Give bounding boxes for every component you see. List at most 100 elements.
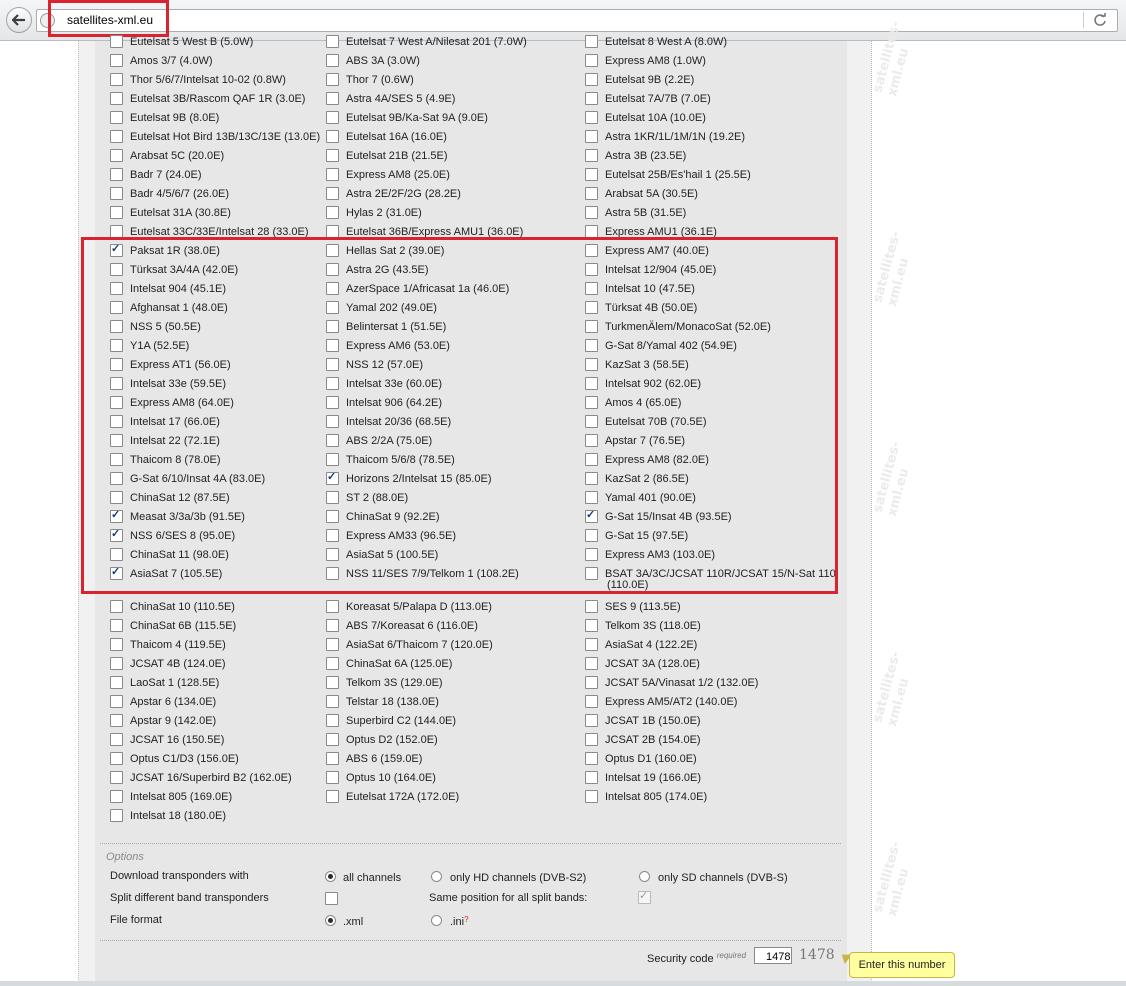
satellite-checkbox[interactable] xyxy=(110,396,123,409)
satellite-checkbox[interactable] xyxy=(110,809,123,822)
satellite-option[interactable]: Yamal 202 (49.0E) xyxy=(326,299,437,316)
satellite-checkbox[interactable] xyxy=(326,168,339,181)
satellite-checkbox[interactable] xyxy=(110,339,123,352)
satellite-option[interactable]: AsiaSat 7 (105.5E) xyxy=(110,565,222,582)
satellite-checkbox[interactable] xyxy=(110,206,123,219)
satellite-checkbox[interactable] xyxy=(585,472,598,485)
satellite-option[interactable]: KazSat 2 (86.5E) xyxy=(585,470,689,487)
satellite-option[interactable]: Badr 4/5/6/7 (26.0E) xyxy=(110,185,229,202)
satellite-checkbox[interactable] xyxy=(110,548,123,561)
satellite-option[interactable]: G-Sat 6/10/Insat 4A (83.0E) xyxy=(110,470,265,487)
satellite-checkbox[interactable] xyxy=(585,320,598,333)
satellite-checkbox[interactable] xyxy=(585,263,598,276)
satellite-option[interactable]: Intelsat 33e (59.5E) xyxy=(110,375,226,392)
satellite-checkbox[interactable] xyxy=(585,130,598,143)
satellite-checkbox[interactable] xyxy=(585,714,598,727)
satellite-checkbox[interactable] xyxy=(326,130,339,143)
satellite-checkbox[interactable] xyxy=(326,339,339,352)
satellite-option[interactable]: Astra 1KR/1L/1M/1N (19.2E) xyxy=(585,128,745,145)
satellite-checkbox[interactable] xyxy=(110,35,123,48)
satellite-option[interactable]: Apstar 9 (142.0E) xyxy=(110,712,216,729)
satellite-checkbox[interactable] xyxy=(326,470,339,485)
satellite-checkbox[interactable] xyxy=(585,600,598,613)
ini-help-link[interactable]: ? xyxy=(464,915,468,924)
satellite-checkbox[interactable] xyxy=(585,638,598,651)
satellite-option[interactable]: NSS 11/SES 7/9/Telkom 1 (108.2E) xyxy=(326,565,519,582)
satellite-checkbox[interactable] xyxy=(110,263,123,276)
satellite-checkbox[interactable] xyxy=(585,92,598,105)
radio-format-ini[interactable] xyxy=(431,915,442,926)
satellite-option[interactable]: JCSAT 16/Superbird B2 (162.0E) xyxy=(110,769,292,786)
satellite-option[interactable]: ST 2 (88.0E) xyxy=(326,489,408,506)
satellite-checkbox[interactable] xyxy=(585,111,598,124)
satellite-checkbox[interactable] xyxy=(585,415,598,428)
satellite-checkbox[interactable] xyxy=(110,225,123,238)
satellite-option[interactable]: Koreasat 5/Palapa D (113.0E) xyxy=(326,598,492,615)
satellite-checkbox[interactable] xyxy=(110,600,123,613)
satellite-option[interactable]: Express AM3 (103.0E) xyxy=(585,546,715,563)
satellite-option[interactable]: Express AM33 (96.5E) xyxy=(326,527,456,544)
satellite-option[interactable]: JCSAT 4B (124.0E) xyxy=(110,655,226,672)
satellite-option[interactable]: SES 9 (113.5E) xyxy=(585,598,681,615)
satellite-checkbox[interactable] xyxy=(326,73,339,86)
satellite-checkbox[interactable] xyxy=(326,149,339,162)
satellite-option[interactable]: Telkom 3S (118.0E) xyxy=(585,617,701,634)
satellite-checkbox[interactable] xyxy=(585,676,598,689)
satellite-option[interactable]: Thaicom 4 (119.5E) xyxy=(110,636,226,653)
satellite-option[interactable]: KazSat 3 (58.5E) xyxy=(585,356,689,373)
security-code-input[interactable] xyxy=(754,947,792,964)
satellite-option[interactable]: JCSAT 5A/Vinasat 1/2 (132.0E) xyxy=(585,674,758,691)
satellite-option[interactable]: Afghansat 1 (48.0E) xyxy=(110,299,228,316)
satellite-option[interactable]: TurkmenÄlem/MonacoSat (52.0E) xyxy=(585,318,771,335)
satellite-checkbox[interactable] xyxy=(326,244,339,257)
satellite-checkbox[interactable] xyxy=(585,491,598,504)
satellite-option[interactable]: Intelsat 902 (62.0E) xyxy=(585,375,701,392)
satellite-checkbox[interactable] xyxy=(110,619,123,632)
satellite-checkbox[interactable] xyxy=(585,453,598,466)
satellite-option[interactable]: Hellas Sat 2 (39.0E) xyxy=(326,242,444,259)
satellite-option[interactable]: Thor 5/6/7/Intelsat 10-02 (0.8W) xyxy=(110,71,286,88)
satellite-checkbox[interactable] xyxy=(585,434,598,447)
radio-format-xml[interactable] xyxy=(325,915,336,926)
satellite-option[interactable]: Eutelsat 9B/Ka-Sat 9A (9.0E) xyxy=(326,109,488,126)
satellite-checkbox[interactable] xyxy=(326,491,339,504)
satellite-option[interactable]: Eutelsat 10A (10.0E) xyxy=(585,109,706,126)
satellite-option[interactable]: Telstar 18 (138.0E) xyxy=(326,693,439,710)
satellite-option[interactable]: Amos 3/7 (4.0W) xyxy=(110,52,213,69)
satellite-checkbox[interactable] xyxy=(110,301,123,314)
satellite-option[interactable]: Eutelsat 21B (21.5E) xyxy=(326,147,448,164)
satellite-checkbox[interactable] xyxy=(585,168,598,181)
split-checkbox[interactable] xyxy=(325,892,338,905)
satellite-checkbox[interactable] xyxy=(326,358,339,371)
satellite-option[interactable]: Eutelsat 8 West A (8.0W) xyxy=(585,33,727,50)
satellite-checkbox[interactable] xyxy=(585,619,598,632)
satellite-option[interactable]: ChinaSat 6B (115.5E) xyxy=(110,617,236,634)
satellite-option[interactable]: Belintersat 1 (51.5E) xyxy=(326,318,446,335)
radio-hd-channels[interactable] xyxy=(431,871,442,882)
satellite-checkbox[interactable] xyxy=(110,657,123,670)
satellite-option[interactable]: G-Sat 15/Insat 4B (93.5E) xyxy=(585,508,732,525)
satellite-option[interactable]: Express AM5/AT2 (140.0E) xyxy=(585,693,737,710)
satellite-checkbox[interactable] xyxy=(585,73,598,86)
url-text[interactable]: satellites-xml.eu xyxy=(67,13,153,27)
satellite-option[interactable]: Horizons 2/Intelsat 15 (85.0E) xyxy=(326,470,492,487)
satellite-option[interactable]: Eutelsat 7A/7B (7.0E) xyxy=(585,90,711,107)
satellite-checkbox[interactable] xyxy=(326,111,339,124)
satellite-checkbox[interactable] xyxy=(110,491,123,504)
satellite-option[interactable]: Thaicom 5/6/8 (78.5E) xyxy=(326,451,455,468)
satellite-option[interactable]: Astra 2G (43.5E) xyxy=(326,261,429,278)
satellite-option[interactable]: Apstar 6 (134.0E) xyxy=(110,693,216,710)
satellite-checkbox[interactable] xyxy=(326,529,339,542)
satellite-checkbox[interactable] xyxy=(110,527,123,542)
satellite-option[interactable]: Paksat 1R (38.0E) xyxy=(110,242,220,259)
address-bar[interactable]: satellites-xml.eu xyxy=(36,9,1118,32)
satellite-checkbox[interactable] xyxy=(326,510,339,523)
satellite-option[interactable]: Express AM8 (64.0E) xyxy=(110,394,234,411)
satellite-checkbox[interactable] xyxy=(110,168,123,181)
satellite-option[interactable]: Intelsat 10 (47.5E) xyxy=(585,280,695,297)
satellite-option[interactable]: Express AM8 (25.0E) xyxy=(326,166,450,183)
satellite-option[interactable]: JCSAT 1B (150.0E) xyxy=(585,712,701,729)
satellite-checkbox[interactable] xyxy=(585,282,598,295)
satellite-checkbox[interactable] xyxy=(326,263,339,276)
satellite-checkbox[interactable] xyxy=(585,396,598,409)
